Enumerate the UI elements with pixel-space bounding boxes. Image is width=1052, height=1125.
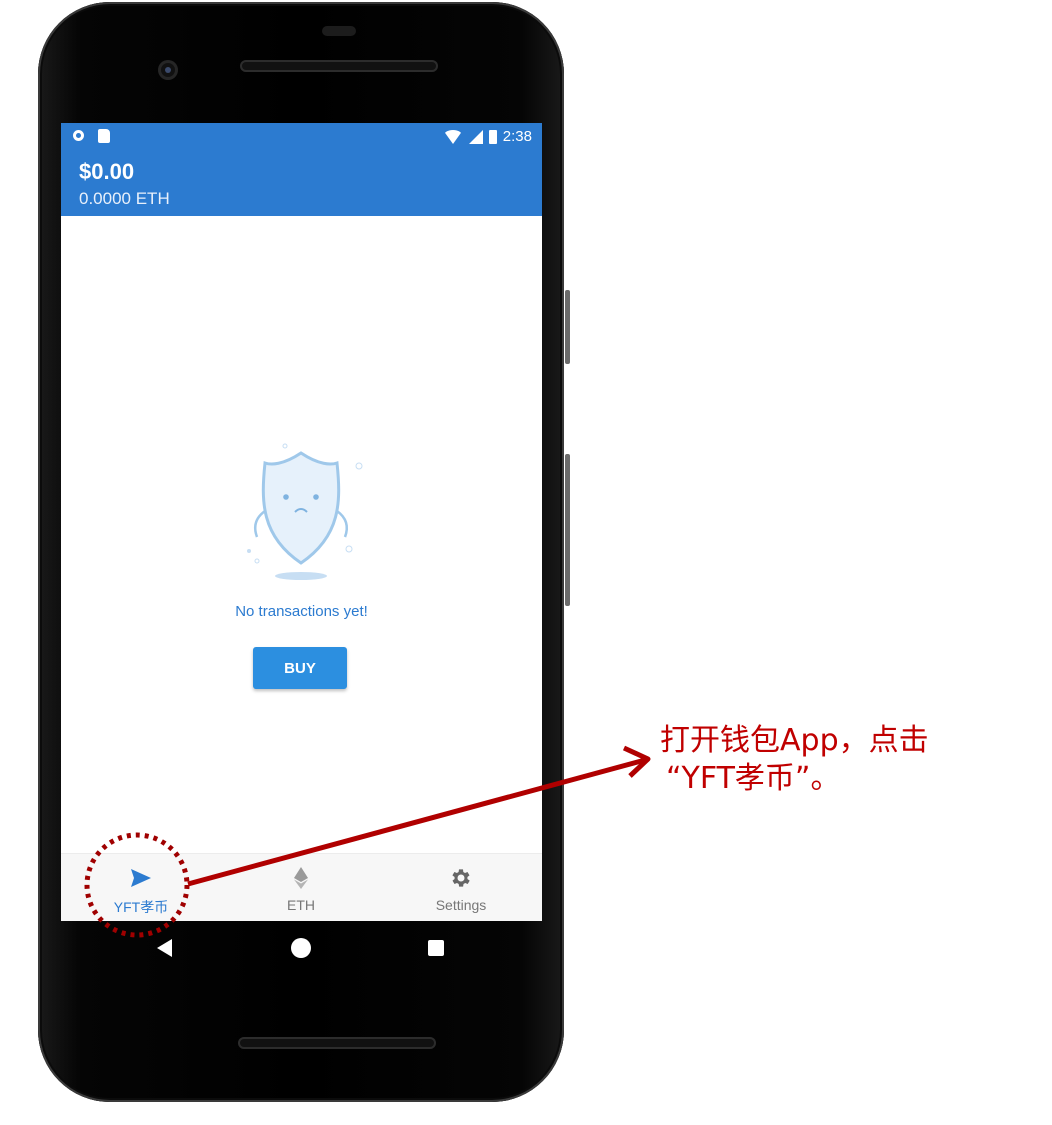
annotation-arrow: [187, 757, 646, 887]
annotation-text: 打开钱包App，点击 “YFT孝币”。: [660, 722, 929, 798]
annotation-overlay: [84, 745, 651, 938]
annotation-line1: 打开钱包App，点击: [660, 723, 929, 758]
highlight-circle: [84, 832, 190, 938]
annotation-line2: “YFT孝币”。: [666, 761, 841, 796]
